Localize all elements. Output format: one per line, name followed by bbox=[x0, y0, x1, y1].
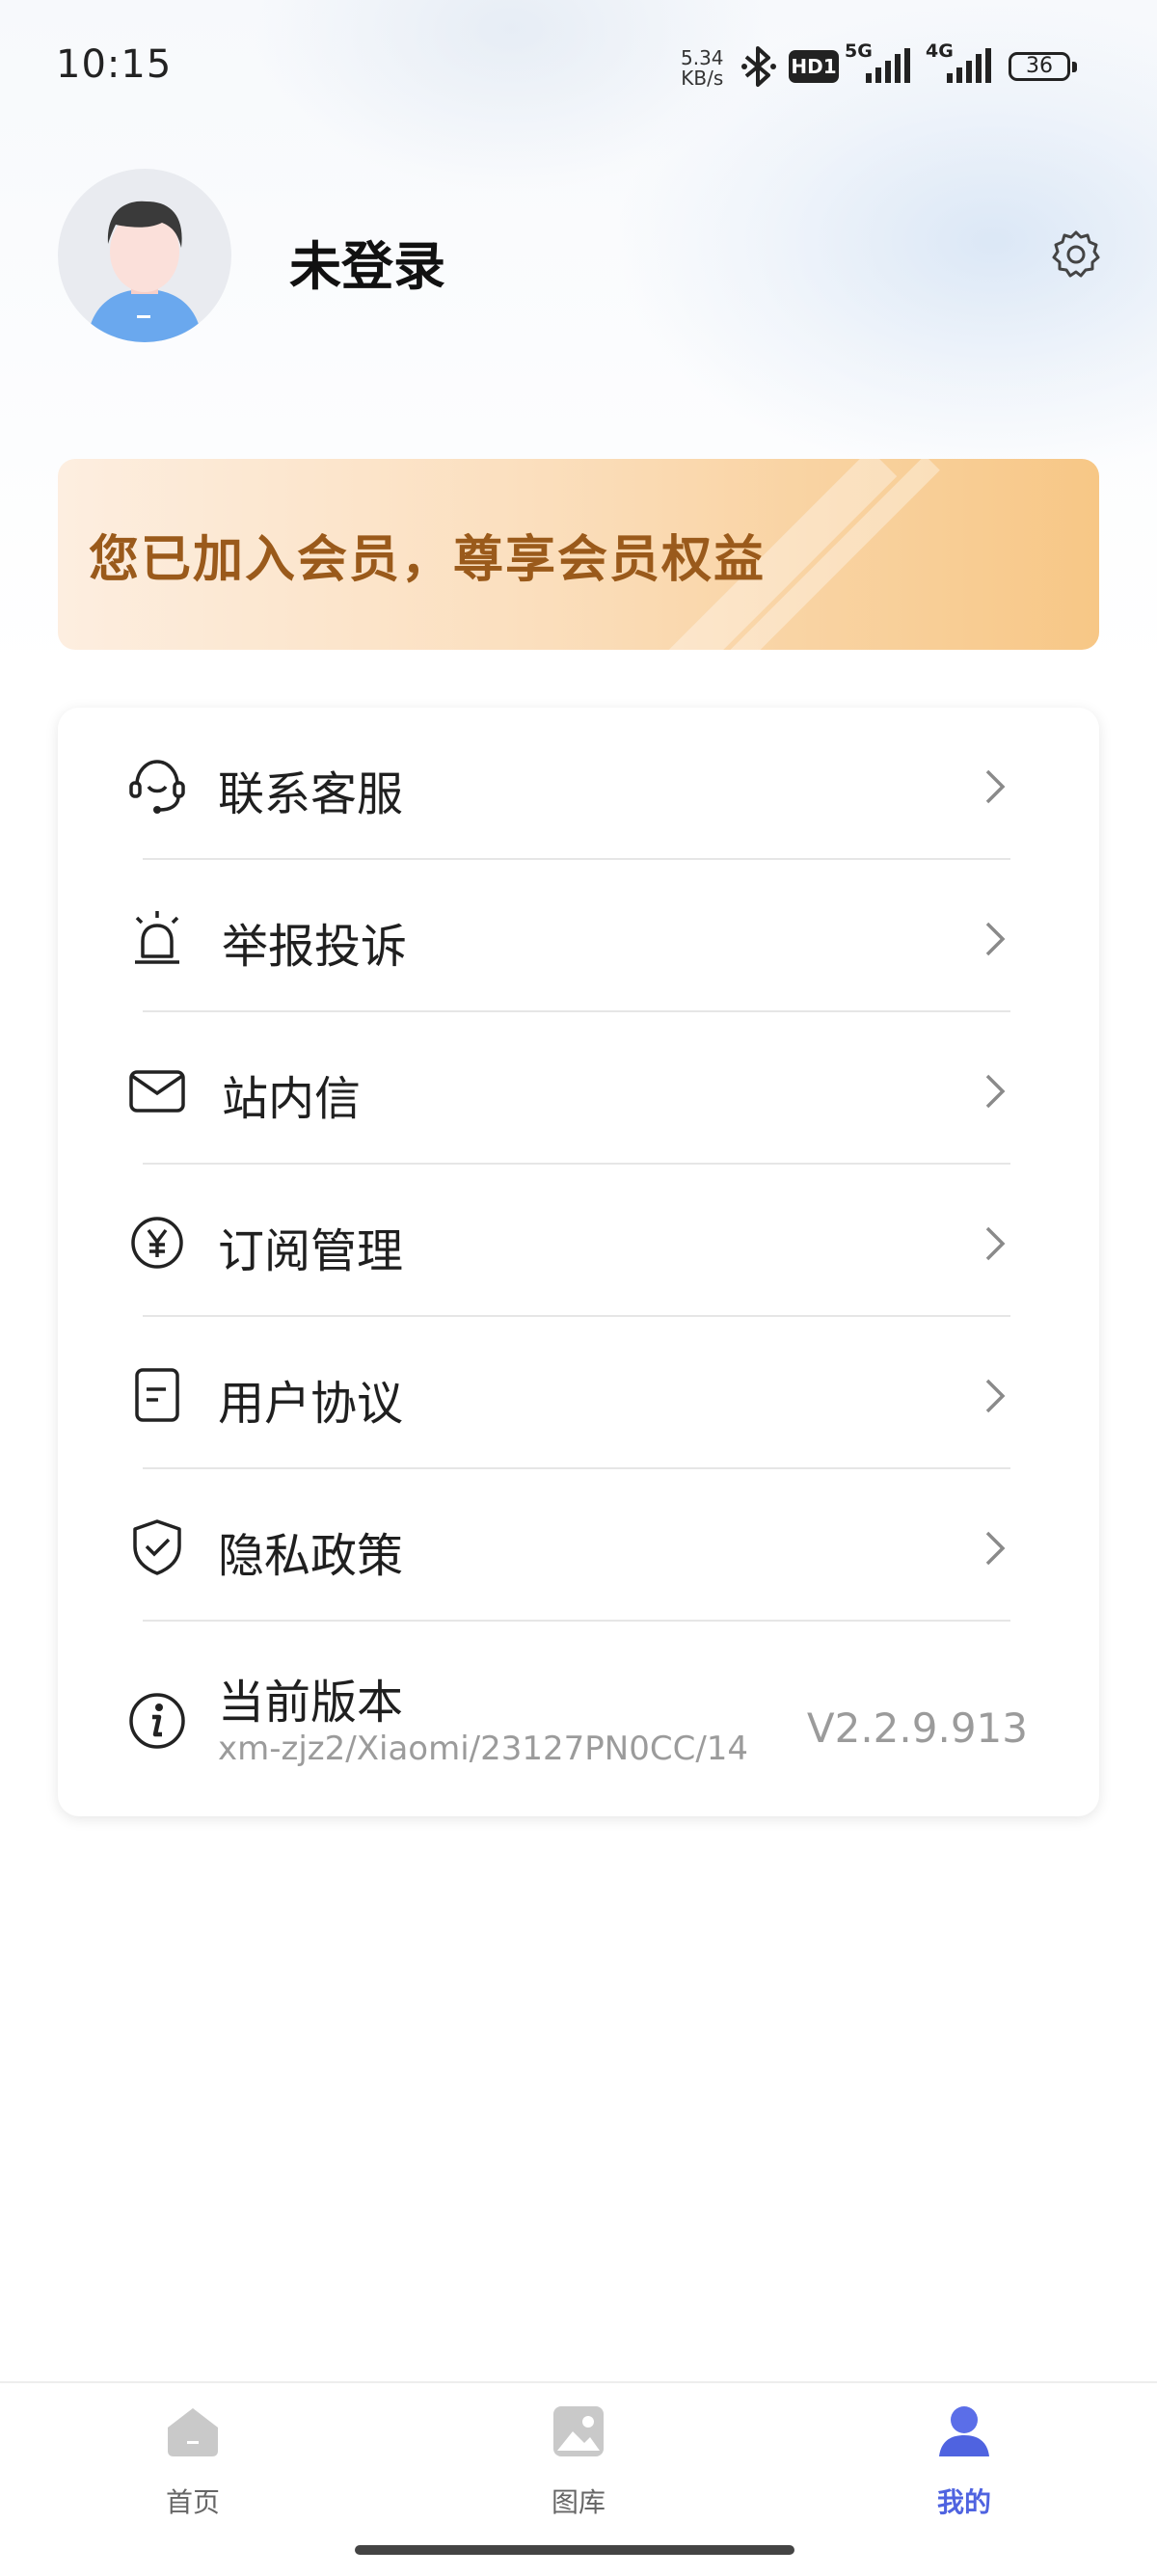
nav-label: 我的 bbox=[936, 2486, 991, 2518]
signal-icon-2 bbox=[947, 48, 991, 83]
mail-icon bbox=[129, 1070, 185, 1113]
shield-check-icon bbox=[133, 1519, 181, 1575]
menu-item-label: 隐私政策 bbox=[218, 1529, 404, 1583]
avatar-illustration bbox=[87, 201, 202, 342]
menu-item-label: 订阅管理 bbox=[218, 1224, 404, 1278]
hd-badge-text: HD1 bbox=[791, 55, 837, 78]
nav-mine[interactable]: 我的 bbox=[868, 2402, 1061, 2537]
version-build: xm-zjz2/Xiaomi/23127PN0CC/14 bbox=[218, 1730, 749, 1768]
document-icon bbox=[135, 1368, 179, 1422]
version-label: 当前版本 bbox=[218, 1676, 404, 1730]
hd-badge: HD1 bbox=[789, 50, 839, 83]
nav-label: 首页 bbox=[165, 2486, 220, 2518]
net-speed-unit: KB/s bbox=[681, 67, 724, 90]
chevron-right-icon bbox=[985, 769, 1006, 804]
chevron-right-icon bbox=[985, 1531, 1006, 1566]
home-indicator[interactable] bbox=[355, 2545, 794, 2555]
version-row: 当前版本 xm-zjz2/Xiaomi/23127PN0CC/14 V2.2.9… bbox=[58, 1622, 1099, 1814]
signal-icon bbox=[866, 48, 910, 83]
chevron-right-icon bbox=[985, 1379, 1006, 1413]
username[interactable]: 未登录 bbox=[289, 224, 445, 300]
net-speed: 5.34 KB/s bbox=[681, 48, 724, 89]
menu-item-label: 用户协议 bbox=[218, 1377, 404, 1431]
chevron-right-icon bbox=[985, 922, 1006, 956]
avatar[interactable] bbox=[58, 169, 231, 342]
menu-card: 联系客服 举报投诉 站内信 订阅管理 用户协议 隐私政策 当前版本 xm-zjz… bbox=[58, 708, 1099, 1816]
chevron-right-icon bbox=[985, 1226, 1006, 1261]
chevron-right-icon bbox=[985, 1074, 1006, 1109]
battery-icon: 36 bbox=[1009, 52, 1077, 81]
nav-home[interactable]: 首页 bbox=[96, 2402, 289, 2537]
menu-item-customer-service[interactable]: 联系客服 bbox=[58, 708, 1099, 860]
gallery-icon bbox=[553, 2406, 604, 2456]
version-number: V2.2.9.913 bbox=[806, 1704, 1028, 1752]
menu-item-report[interactable]: 举报投诉 bbox=[58, 860, 1099, 1012]
headset-icon bbox=[129, 760, 185, 814]
banner-text: 您已加入会员，尊享会员权益 bbox=[89, 531, 767, 589]
info-icon bbox=[129, 1693, 185, 1749]
user-icon bbox=[939, 2406, 989, 2456]
menu-item-user-agreement[interactable]: 用户协议 bbox=[58, 1317, 1099, 1469]
menu-item-label: 联系客服 bbox=[218, 767, 404, 821]
yen-circle-icon bbox=[131, 1217, 183, 1269]
menu-item-subscription[interactable]: 订阅管理 bbox=[58, 1165, 1099, 1317]
bluetooth-icon bbox=[741, 46, 776, 87]
member-banner[interactable]: 您已加入会员，尊享会员权益 bbox=[58, 459, 1099, 650]
menu-item-label: 站内信 bbox=[222, 1072, 362, 1126]
status-bar: 10:15 5.34 KB/s HD1 5G 4G 36 bbox=[0, 0, 1157, 135]
menu-item-privacy-policy[interactable]: 隐私政策 bbox=[58, 1469, 1099, 1622]
home-icon bbox=[168, 2408, 218, 2456]
battery-level: 36 bbox=[1026, 54, 1053, 78]
menu-item-label: 举报投诉 bbox=[222, 920, 408, 974]
menu-item-inbox[interactable]: 站内信 bbox=[58, 1012, 1099, 1165]
nav-gallery[interactable]: 图库 bbox=[482, 2402, 675, 2537]
net-speed-value: 5.34 bbox=[681, 46, 724, 69]
settings-gear-icon[interactable] bbox=[1051, 229, 1101, 280]
alarm-icon bbox=[135, 911, 179, 964]
status-time: 10:15 bbox=[56, 42, 173, 87]
nav-label: 图库 bbox=[551, 2486, 605, 2518]
